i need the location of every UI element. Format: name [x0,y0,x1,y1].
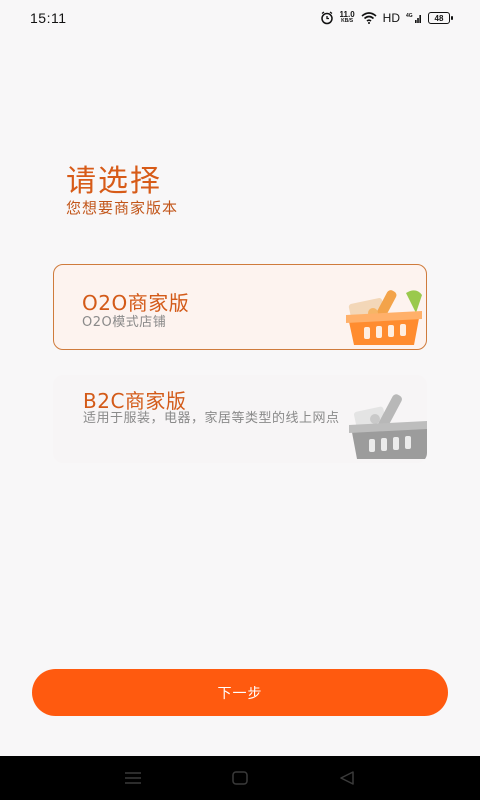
system-nav-bar [0,756,480,800]
hd-label: HD [382,11,400,25]
status-time: 15:11 [30,10,67,26]
option-title: B2C商家版 [83,389,187,413]
net-speed-value: 11.0 [339,10,355,19]
option-description: 适用于服装，电器，家居等类型的线上网点 [83,411,340,426]
wifi-icon [361,12,377,24]
page-title: 请选择 [66,164,162,199]
menu-icon[interactable] [125,772,142,784]
back-icon[interactable] [339,771,355,785]
status-icons: 11.0 KB/S HD 4G 48 [320,11,453,25]
option-title: O2O商家版 [82,291,190,315]
option-card-o2o[interactable]: O2O商家版 O2O模式店铺 [53,264,427,350]
option-description: O2O模式店铺 [82,315,167,330]
next-button[interactable]: 下一步 [32,669,448,716]
net-speed-unit: KB/S [341,18,354,24]
shopping-basket-icon [345,389,427,463]
net-speed: 11.0 KB/S [340,11,355,25]
signal-type: 4G [406,13,413,19]
page-subtitle: 您想要商家版本 [66,199,179,217]
signal-icon: 4G [406,12,422,24]
option-card-b2c[interactable]: B2C商家版 适用于服装，电器，家居等类型的线上网点 [53,375,427,463]
alarm-icon [320,11,334,25]
status-bar: 15:11 11.0 KB/S HD 4G 48 [0,0,480,36]
home-icon[interactable] [232,771,248,785]
battery-indicator: 48 [428,12,453,24]
shopping-basket-icon [336,283,426,349]
